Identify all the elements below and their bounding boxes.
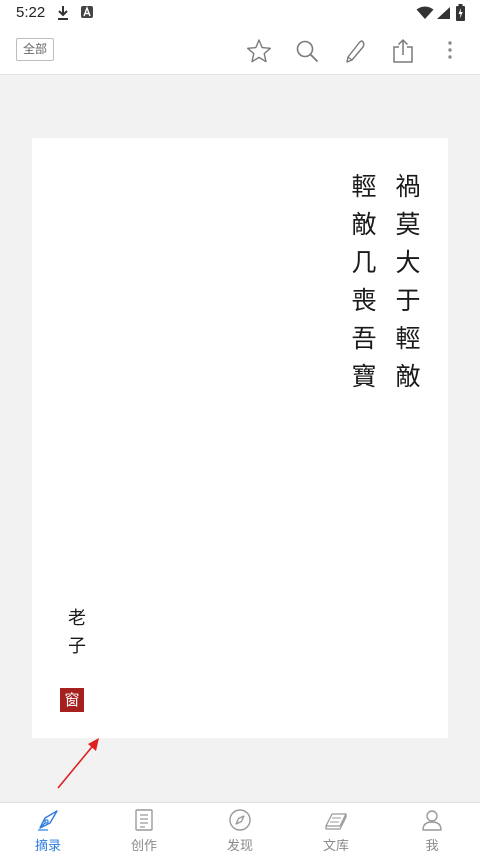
status-time: 5:22 — [16, 4, 46, 21]
poem-column-2: 輕敵几喪吾寶 — [348, 173, 377, 401]
bottom-nav: 摘录 创作 发现 文库 我 — [0, 802, 480, 856]
download-icon — [58, 6, 68, 20]
fountain-pen-icon — [38, 810, 58, 831]
filter-all-button[interactable]: 全部 — [16, 38, 55, 61]
notebook-icon — [135, 809, 153, 831]
poem-column-1: 禍莫大于輕敵 — [392, 173, 421, 401]
battery-charging-icon — [456, 4, 465, 21]
nav-label-discover: 发现 — [226, 839, 253, 854]
nav-item-create[interactable]: 创作 — [96, 803, 192, 856]
star-icon[interactable] — [246, 38, 272, 64]
person-icon — [422, 810, 442, 831]
annotation-arrow-icon — [57, 738, 99, 789]
more-vert-icon[interactable] — [440, 38, 460, 64]
nav-label-create: 创作 — [130, 839, 157, 854]
nav-label-excerpt: 摘录 — [34, 839, 61, 854]
nav-label-library: 文库 — [322, 839, 349, 854]
pen-icon[interactable] — [342, 38, 368, 64]
wifi-icon — [416, 6, 434, 19]
nav-item-library[interactable]: 文库 — [288, 803, 384, 856]
signal-icon — [437, 7, 450, 19]
nav-item-discover[interactable]: 发现 — [192, 803, 288, 856]
nav-item-excerpt[interactable]: 摘录 — [0, 803, 96, 856]
search-icon[interactable] — [294, 38, 320, 64]
top-toolbar: 全部 — [0, 26, 480, 75]
nav-item-me[interactable]: 我 — [384, 803, 480, 856]
books-icon — [325, 813, 347, 830]
seal-stamp: 窗 — [60, 688, 84, 712]
status-bar: 5:22 — [0, 0, 480, 26]
app-notification-icon — [81, 6, 93, 18]
quote-card[interactable]: 禍莫大于輕敵 輕敵几喪吾寶 老子 窗 — [32, 138, 448, 738]
nav-label-me: 我 — [425, 839, 439, 854]
author-name: 老子 — [65, 608, 86, 664]
share-icon[interactable] — [390, 38, 416, 64]
compass-icon — [229, 809, 251, 831]
